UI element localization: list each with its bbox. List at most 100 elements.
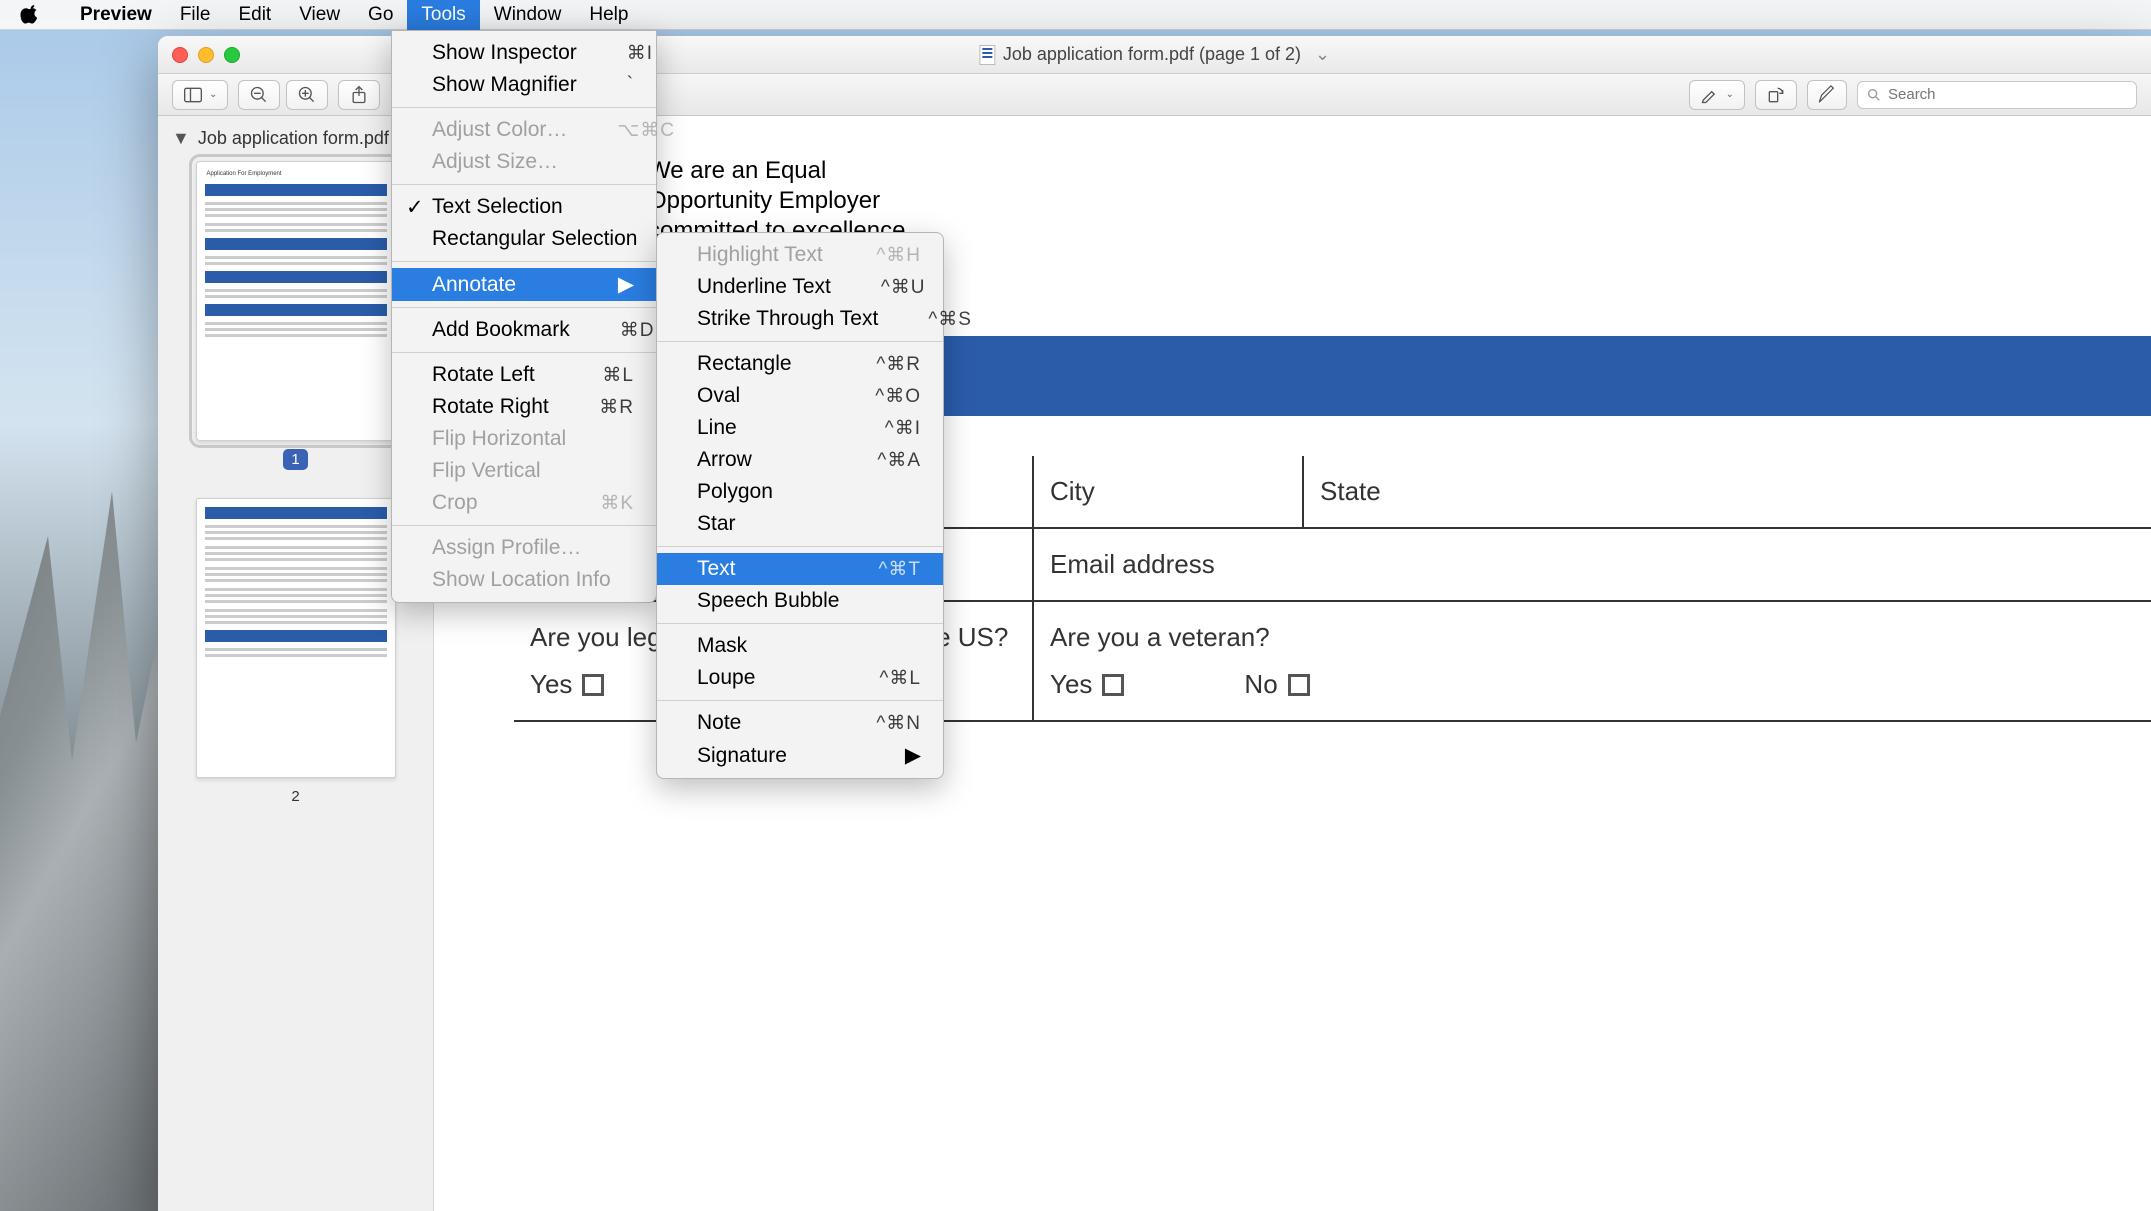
tools-menu-item-text-selection[interactable]: ✓Text Selection [392, 191, 656, 223]
page-thumbnail-2[interactable] [196, 498, 396, 778]
annotate-menu-item-separator [657, 700, 943, 701]
share-button[interactable] [338, 80, 380, 110]
annotate-menu-item-oval[interactable]: Oval^⌘O [657, 380, 943, 412]
annotate-menu-item-mask[interactable]: Mask [657, 630, 943, 662]
title-dropdown-caret-icon[interactable]: ⌄ [1315, 44, 1330, 65]
tools-menu-item-rotate-left[interactable]: Rotate Left⌘L [392, 359, 656, 391]
annotate-menu-item-separator [657, 623, 943, 624]
submenu-arrow-icon: ▶ [578, 272, 634, 297]
tools-menu-item-annotate[interactable]: Annotate▶ [392, 268, 656, 301]
chevron-down-icon: ⌄ [1726, 89, 1734, 100]
rotate-icon [1766, 85, 1786, 105]
annotate-menu-item-strike-through-text[interactable]: Strike Through Text^⌘S [657, 303, 943, 335]
sidebar-file-header[interactable]: ▼ Job application form.pdf [172, 128, 419, 149]
keyboard-shortcut: ⌥⌘C [567, 119, 675, 142]
menubar-item-go[interactable]: Go [354, 0, 407, 31]
tools-menu-item-label: Crop [432, 491, 478, 515]
annotate-menu-item-speech-bubble[interactable]: Speech Bubble [657, 585, 943, 617]
window-title-text: Job application form.pdf (page 1 of 2) [1003, 44, 1301, 65]
minimize-window-button[interactable] [198, 47, 214, 63]
tools-menu-item-label: Add Bookmark [432, 318, 570, 342]
annotate-menu-item-highlight-text: Highlight Text^⌘H [657, 239, 943, 271]
tools-menu-item-show-inspector[interactable]: Show Inspector⌘I [392, 37, 656, 69]
window-title[interactable]: Job application form.pdf (page 1 of 2) ⌄ [979, 44, 1330, 65]
checkbox-veteran-yes[interactable] [1102, 674, 1124, 696]
tools-menu-item-crop: Crop ⌘K [392, 487, 656, 519]
search-field[interactable] [1857, 81, 2137, 109]
tools-menu-item-add-bookmark[interactable]: Add Bookmark⌘D [392, 314, 656, 346]
annotate-menu-item-note[interactable]: Note^⌘N [657, 707, 943, 739]
menubar-item-tools[interactable]: Tools [407, 0, 479, 31]
annotate-menu-item-star[interactable]: Star [657, 508, 943, 540]
keyboard-shortcut: ^⌘U [831, 276, 926, 299]
menubar-item-edit[interactable]: Edit [224, 0, 285, 31]
menubar: Preview FileEditViewGoToolsWindowHelp [0, 0, 2151, 30]
tools-menu-item-show-magnifier[interactable]: Show Magnifier` [392, 69, 656, 101]
field-veteran: Are you a veteran? Yes No [1034, 602, 1544, 720]
menubar-item-help[interactable]: Help [575, 0, 642, 31]
annotate-menu-item-text[interactable]: Text^⌘T [657, 553, 943, 585]
annotate-menu-item-signature[interactable]: Signature▶ [657, 739, 943, 772]
pen-icon [1816, 84, 1838, 106]
annotate-menu-item-loupe[interactable]: Loupe^⌘L [657, 662, 943, 694]
menubar-item-window[interactable]: Window [480, 0, 576, 31]
keyboard-shortcut: ⌘K [550, 492, 634, 515]
keyboard-shortcut: ^⌘A [827, 449, 921, 472]
tools-menu-item-separator [392, 107, 656, 108]
annotate-menu-item-separator [657, 341, 943, 342]
keyboard-shortcut: ^⌘S [878, 308, 972, 331]
close-window-button[interactable] [172, 47, 188, 63]
zoom-out-button[interactable] [238, 80, 280, 110]
desktop-wallpaper-detail [0, 311, 160, 1211]
annotate-menu-item-line[interactable]: Line^⌘I [657, 412, 943, 444]
keyboard-shortcut: ^⌘O [825, 385, 921, 408]
tools-menu: Show Inspector⌘IShow Magnifier` Adjust Co… [391, 30, 657, 603]
annotate-menu-item-rectangle[interactable]: Rectangle^⌘R [657, 348, 943, 380]
window-controls [172, 47, 240, 63]
annotate-menu-item-label: Polygon [697, 480, 773, 504]
apple-logo-icon[interactable] [20, 4, 42, 26]
tools-menu-item-label: Rotate Right [432, 395, 549, 419]
annotate-menu-item-label: Highlight Text [697, 243, 823, 267]
annotate-menu-item-label: Strike Through Text [697, 307, 878, 331]
checkbox-eligible-yes[interactable] [582, 674, 604, 696]
highlight-icon [1700, 85, 1720, 105]
rotate-button[interactable] [1755, 80, 1797, 110]
keyboard-shortcut: ⌘L [552, 364, 634, 387]
zoom-window-button[interactable] [224, 47, 240, 63]
tools-menu-item-label: Adjust Color… [432, 118, 567, 142]
menubar-app-name[interactable]: Preview [66, 0, 166, 31]
tools-menu-item-separator [392, 525, 656, 526]
markup-toolbar-button[interactable] [1807, 80, 1847, 110]
tools-menu-item-rectangular-selection[interactable]: Rectangular Selection [392, 223, 656, 255]
annotate-menu-item-label: Arrow [697, 448, 752, 472]
annotate-submenu: Highlight Text^⌘HUnderline Text^⌘UStrike… [656, 232, 944, 779]
page-thumbnail-1[interactable]: Application For Employment [196, 161, 396, 441]
keyboard-shortcut: ^⌘H [826, 244, 921, 267]
view-mode-button[interactable]: ⌄ [172, 80, 228, 110]
tools-menu-item-assign-profile: Assign Profile… [392, 532, 656, 564]
menubar-item-view[interactable]: View [285, 0, 354, 31]
zoom-in-button[interactable] [286, 80, 328, 110]
annotate-menu-item-arrow[interactable]: Arrow ^⌘A [657, 444, 943, 476]
tools-menu-item-label: Assign Profile… [432, 536, 581, 560]
tools-menu-item-flip-vertical: Flip Vertical [392, 455, 656, 487]
sidebar-filename: Job application form.pdf [198, 128, 389, 149]
annotate-menu-item-label: Star [697, 512, 736, 536]
annotate-menu-item-label: Note [697, 711, 741, 735]
keyboard-shortcut: ^⌘I [835, 417, 921, 440]
tools-menu-item-rotate-right[interactable]: Rotate Right⌘R [392, 391, 656, 423]
tools-menu-item-label: Show Magnifier [432, 73, 577, 97]
annotate-menu-item-polygon[interactable]: Polygon [657, 476, 943, 508]
tools-menu-item-separator [392, 184, 656, 185]
highlight-button[interactable]: ⌄ [1689, 80, 1745, 110]
search-input[interactable] [1888, 86, 2128, 103]
zoom-out-icon [249, 85, 269, 105]
annotate-menu-item-label: Signature [697, 744, 787, 768]
annotate-menu-item-label: Text [697, 557, 736, 581]
checkbox-veteran-no[interactable] [1288, 674, 1310, 696]
menubar-item-file[interactable]: File [166, 0, 225, 31]
disclosure-triangle-icon[interactable]: ▼ [172, 128, 190, 149]
annotate-menu-item-underline-text[interactable]: Underline Text^⌘U [657, 271, 943, 303]
document-icon [979, 45, 995, 65]
